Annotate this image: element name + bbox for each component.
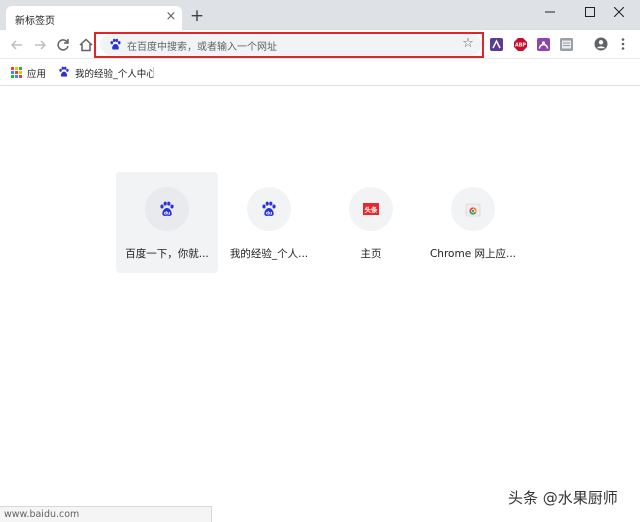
tile-label: 我的经验_个人... — [229, 248, 309, 260]
toutiao-icon: 头条 — [363, 203, 379, 215]
bookmark-label: 应用 — [27, 69, 47, 80]
watermark: 头条 @水果厨师 — [508, 489, 618, 507]
close-icon[interactable]: × — [164, 10, 178, 24]
bookmarks-bar: 应用 我的经验_个人中心_ — [0, 59, 640, 86]
toolbar: 在百度中搜索，或者输入一个网址 ☆ ABP — [0, 30, 640, 59]
tile-icon-circle: 头条 — [349, 187, 393, 231]
arrow-left-icon — [10, 40, 22, 50]
tile-icon-circle — [451, 187, 495, 231]
toutiao-badge-text: 头条 — [365, 205, 379, 214]
baidu-du-icon: du — [262, 201, 276, 216]
baidu-paw-icon — [59, 66, 69, 77]
extension-grey-icon[interactable] — [560, 38, 573, 51]
tile-toutiao-home[interactable]: 头条 主页 — [320, 172, 422, 273]
back-button[interactable] — [8, 36, 26, 54]
home-button[interactable] — [77, 36, 95, 54]
reload-button[interactable] — [54, 36, 72, 54]
new-tab-button[interactable]: + — [188, 7, 206, 25]
chrome-webstore-icon — [465, 203, 481, 217]
extension-arc-icon[interactable] — [537, 38, 550, 51]
bookmark-star-icon[interactable]: ☆ — [460, 36, 476, 52]
tile-icon-circle: du — [145, 187, 189, 231]
adblock-plus-icon[interactable]: ABP — [514, 38, 527, 51]
abp-icon-text: ABP — [515, 43, 526, 49]
tab-new-tab[interactable]: 新标签页 × — [6, 6, 182, 31]
status-bubble: www.baidu.com — [0, 506, 212, 522]
arrow-right-icon — [35, 40, 47, 50]
close-window-icon — [614, 7, 624, 17]
maximize-icon — [585, 7, 595, 17]
tile-icon-circle: du — [247, 187, 291, 231]
close-window-button[interactable] — [600, 0, 640, 24]
extension-purple-icon[interactable] — [490, 38, 503, 51]
tab-title: 新标签页 — [15, 16, 55, 27]
reload-icon — [57, 39, 69, 51]
bookmark-label: 我的经验_个人中心_ — [75, 69, 153, 80]
tile-label: 百度一下，你就... — [125, 248, 209, 260]
baidu-paw-icon — [110, 38, 121, 50]
home-icon — [79, 38, 93, 52]
omnibox[interactable]: 在百度中搜索，或者输入一个网址 ☆ — [100, 34, 482, 55]
du-text: du — [266, 210, 272, 216]
minimize-button[interactable] — [531, 0, 571, 24]
more-menu-icon[interactable] — [620, 37, 626, 51]
tile-baidu-jingyan[interactable]: du 我的经验_个人... — [218, 172, 320, 273]
bookmark-baidu-jingyan[interactable]: 我的经验_个人中心_ — [58, 66, 153, 80]
forward-button[interactable] — [31, 36, 49, 54]
account-icon[interactable] — [594, 37, 608, 51]
tab-strip: 新标签页 × + — [0, 0, 640, 31]
baidu-du-icon: du — [160, 201, 174, 216]
tile-chrome-webstore[interactable]: Chrome 网上应... — [422, 172, 524, 273]
du-text: du — [164, 210, 170, 216]
bookmark-apps[interactable]: 应用 — [10, 66, 50, 80]
tile-label: 主页 — [360, 248, 382, 260]
minimize-icon — [545, 11, 555, 13]
tile-label: Chrome 网上应... — [429, 248, 517, 260]
tile-baidu-search[interactable]: du 百度一下，你就... — [116, 172, 218, 273]
apps-grid-icon — [11, 67, 22, 78]
bookmarks-divider — [153, 67, 154, 78]
omnibox-placeholder: 在百度中搜索，或者输入一个网址 — [127, 42, 277, 53]
